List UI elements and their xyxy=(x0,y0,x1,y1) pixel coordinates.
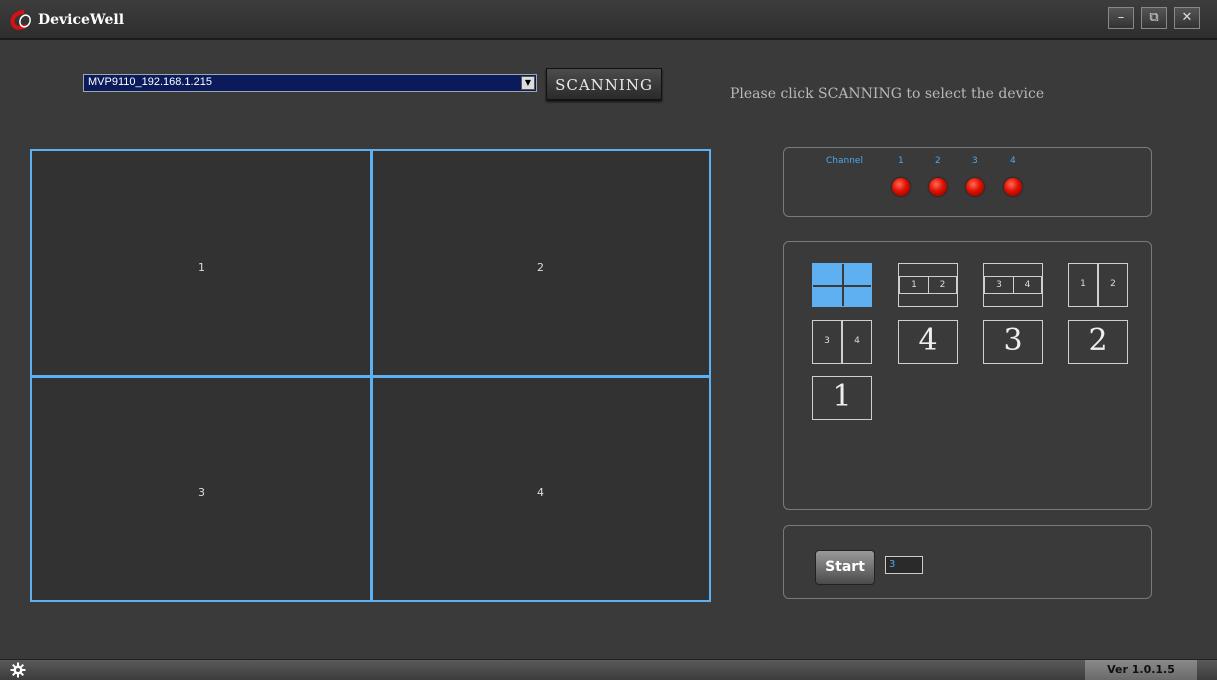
status-bar: Ver 1.0.1.5 xyxy=(0,659,1217,680)
preview-cell-label: 3 xyxy=(198,486,205,499)
close-icon: ✕ xyxy=(1181,10,1193,25)
channel-number: 3 xyxy=(972,156,978,166)
channel-4-led-icon xyxy=(1004,178,1022,196)
layout-cell: 2 xyxy=(1110,279,1116,289)
layout-single-label: 3 xyxy=(1003,323,1023,358)
layout-single-label: 2 xyxy=(1088,323,1108,358)
quad-divider xyxy=(813,285,871,287)
preview-grid: 1 2 3 4 xyxy=(30,149,711,602)
preview-cell-label: 1 xyxy=(198,261,205,274)
minimize-icon: – xyxy=(1117,10,1125,25)
channel-number: 1 xyxy=(898,156,904,166)
preview-cell-label: 2 xyxy=(537,261,544,274)
layout-side-1-2-button[interactable]: 1 2 xyxy=(1068,263,1128,307)
gear-icon[interactable] xyxy=(10,662,26,678)
start-button[interactable]: Start xyxy=(815,550,875,585)
layout-single-label: 1 xyxy=(832,379,852,414)
layout-side-3-4-button[interactable]: 3 4 xyxy=(812,320,872,364)
channel-panel: Channel 1 2 3 4 xyxy=(783,147,1152,217)
layout-single-3-button[interactable]: 3 xyxy=(983,320,1043,364)
layout-single-label: 4 xyxy=(918,323,938,358)
layout-cell: 3 xyxy=(984,276,1014,294)
channel-label: Channel xyxy=(826,156,863,166)
restore-button[interactable]: ⧉ xyxy=(1141,7,1167,29)
layout-quad-button[interactable] xyxy=(812,263,872,307)
channel-1-led-icon xyxy=(892,178,910,196)
preview-cell-label: 4 xyxy=(537,486,544,499)
version-label: Ver 1.0.1.5 xyxy=(1085,660,1197,680)
restore-icon: ⧉ xyxy=(1149,10,1159,25)
chevron-down-icon[interactable]: ▼ xyxy=(521,76,535,90)
hint-text: Please click SCANNING to select the devi… xyxy=(730,86,1045,102)
devicewell-logo-icon xyxy=(10,10,31,30)
title-bar: DeviceWell – ⧉ ✕ xyxy=(0,0,1217,40)
layout-split-3-4-button[interactable]: 3 4 xyxy=(983,263,1043,307)
close-button[interactable]: ✕ xyxy=(1174,7,1200,29)
app-title: DeviceWell xyxy=(38,12,125,28)
layout-split-1-2-button[interactable]: 1 2 xyxy=(898,263,958,307)
layout-cell: 4 xyxy=(1013,276,1042,294)
layout-single-2-button[interactable]: 2 xyxy=(1068,320,1128,364)
start-value-input[interactable]: 3 xyxy=(885,556,923,574)
minimize-button[interactable]: – xyxy=(1108,7,1134,29)
layout-panel: 1 2 3 4 1 2 3 4 4 3 2 1 xyxy=(783,241,1152,510)
device-select[interactable]: MVP9110_192.168.1.215 ▼ xyxy=(83,74,537,92)
layout-cell: 3 xyxy=(813,321,843,363)
layout-cell: 2 xyxy=(928,276,957,294)
channel-2-led-icon xyxy=(929,178,947,196)
layout-cell: 1 xyxy=(899,276,929,294)
layout-cell: 1 xyxy=(1069,264,1099,306)
channel-3-led-icon xyxy=(966,178,984,196)
layout-cell: 4 xyxy=(854,336,860,346)
layout-single-4-button[interactable]: 4 xyxy=(898,320,958,364)
channel-number: 4 xyxy=(1010,156,1016,166)
channel-number: 2 xyxy=(935,156,941,166)
device-select-value: MVP9110_192.168.1.215 xyxy=(88,76,212,88)
grid-divider-horizontal xyxy=(32,375,709,378)
scanning-button[interactable]: SCANNING xyxy=(546,68,662,100)
layout-single-1-button[interactable]: 1 xyxy=(812,376,872,420)
